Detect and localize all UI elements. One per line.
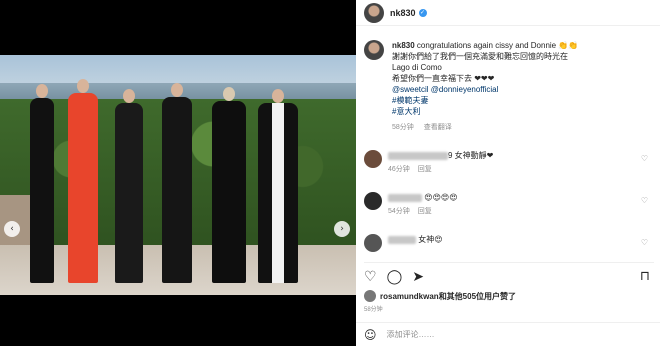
hashtag-1[interactable]: #模範夫妻	[392, 95, 578, 106]
comment-text: 9 女神動靜❤	[448, 151, 494, 160]
comment-text: 😍😍😍😍	[424, 193, 458, 202]
comment-reply-link[interactable]: 回复	[418, 166, 432, 173]
comment-like-heart-icon[interactable]: ♡	[641, 196, 648, 205]
post-header: nk830 ✓	[356, 0, 660, 26]
likes-count-text[interactable]: 和其他505位用户赞了	[439, 291, 516, 302]
person-5	[212, 87, 246, 283]
comment-avatar[interactable]	[364, 234, 382, 252]
verified-badge-icon: ✓	[418, 8, 427, 17]
caption-time: 58分钟	[392, 124, 414, 131]
post-caption: nk830 congratulations again cissy and Do…	[364, 40, 654, 133]
post-side-panel: nk830 ✓ nk830 congratulations again ciss…	[356, 0, 660, 346]
liker-avatar	[364, 290, 376, 302]
comment-time: 54分钟	[388, 208, 410, 215]
emoji-icon[interactable]: ☺	[364, 328, 377, 342]
comment-2: 😍😍😍😍 54分钟 回复 ♡	[364, 192, 654, 217]
person-3	[115, 89, 143, 283]
comment-1: 9 女神動靜❤ 46分钟 回复 ♡	[364, 150, 654, 175]
next-arrow-icon[interactable]: ›	[334, 221, 350, 237]
caption-translate-link[interactable]: 查看翻译	[424, 124, 452, 131]
add-comment-input[interactable]: 添加评论……	[387, 329, 435, 340]
add-comment-bar: ☺ 添加评论……	[356, 322, 660, 346]
person-1	[30, 84, 54, 283]
comment-username-blurred[interactable]	[388, 235, 416, 244]
share-icon[interactable]: ➤	[412, 269, 424, 285]
caption-avatar[interactable]	[364, 40, 384, 60]
comment-text: 女神😍	[418, 235, 443, 244]
previous-arrow-icon[interactable]: ‹	[4, 221, 20, 237]
hashtag-2[interactable]: #意大利	[392, 106, 578, 117]
comment-time: 46分钟	[388, 166, 410, 173]
caption-line-1: congratulations again cissy and Donnie 👏…	[416, 41, 579, 50]
likes-summary[interactable]: rosamundkwan 和其他505位用户赞了	[364, 290, 516, 302]
caption-username[interactable]: nk830	[392, 41, 415, 50]
post-media-panel: ‹ ›	[0, 0, 356, 346]
caption-line-3: Lago di Como	[392, 63, 442, 72]
post-actions-bar: ♡ ◯ ➤ ⊓	[364, 262, 654, 285]
likes-username[interactable]: rosamundkwan	[380, 292, 439, 301]
comment-like-heart-icon[interactable]: ♡	[641, 238, 648, 247]
comment-username-blurred[interactable]	[388, 151, 448, 160]
bookmark-icon[interactable]: ⊓	[640, 269, 650, 284]
author-username[interactable]: nk830	[390, 8, 416, 18]
person-2	[68, 79, 98, 283]
post-photo[interactable]: ‹ ›	[0, 55, 356, 295]
comment-icon[interactable]: ◯	[387, 269, 403, 285]
post-timestamp: 58分钟	[364, 307, 383, 313]
comment-like-heart-icon[interactable]: ♡	[641, 154, 648, 163]
like-heart-icon[interactable]: ♡	[364, 269, 377, 285]
caption-line-4: 希望你們一直幸福下去 ❤❤❤	[392, 74, 495, 83]
caption-line-2: 謝謝你們給了我們一個充滿愛和難忘回憶的時光在	[392, 52, 568, 61]
comment-3: 女神😍 ♡	[364, 234, 654, 252]
comment-avatar[interactable]	[364, 150, 382, 168]
caption-mentions[interactable]: @sweetcil @donnieyenofficial	[392, 84, 578, 95]
author-avatar[interactable]	[364, 2, 384, 23]
comment-username-blurred[interactable]	[388, 193, 422, 202]
person-6	[258, 89, 298, 283]
comment-reply-link[interactable]: 回复	[418, 208, 432, 215]
comment-avatar[interactable]	[364, 192, 382, 210]
person-4	[162, 83, 192, 283]
